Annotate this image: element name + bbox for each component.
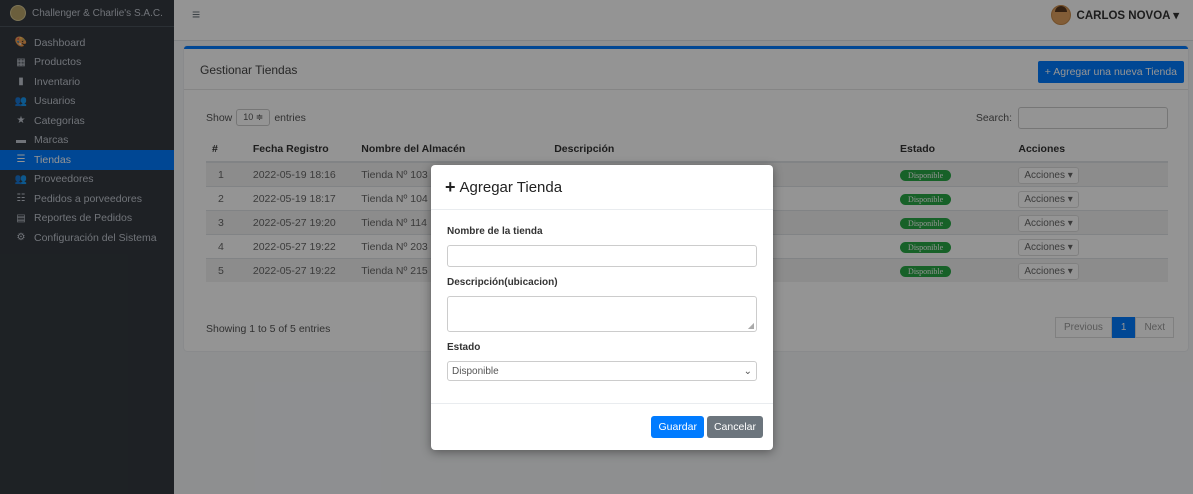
- modal-footer: Guardar Cancelar: [431, 403, 773, 450]
- modal-title: Agregar Tienda: [459, 178, 563, 196]
- store-name-label: Nombre de la tienda: [447, 226, 543, 237]
- chevron-down-icon: ⌄: [743, 365, 752, 377]
- store-status-label: Estado: [447, 342, 481, 353]
- store-description-textarea[interactable]: ◢: [447, 296, 757, 332]
- resize-grip-icon[interactable]: ◢: [748, 321, 754, 330]
- cancel-button[interactable]: Cancelar: [706, 416, 763, 438]
- modal-body: Nombre de la tienda Descripción(ubicacio…: [431, 210, 773, 381]
- store-name-input[interactable]: [447, 245, 757, 267]
- modal-header: + Agregar Tienda: [431, 165, 773, 210]
- save-button[interactable]: Guardar: [651, 416, 704, 438]
- plus-icon: +: [445, 176, 456, 197]
- store-description-label: Descripción(ubicacion): [447, 277, 558, 288]
- store-status-select[interactable]: Disponible ⌄: [447, 361, 757, 381]
- add-store-modal: + Agregar Tienda Nombre de la tienda Des…: [431, 165, 773, 450]
- store-status-value: Disponible: [452, 365, 499, 377]
